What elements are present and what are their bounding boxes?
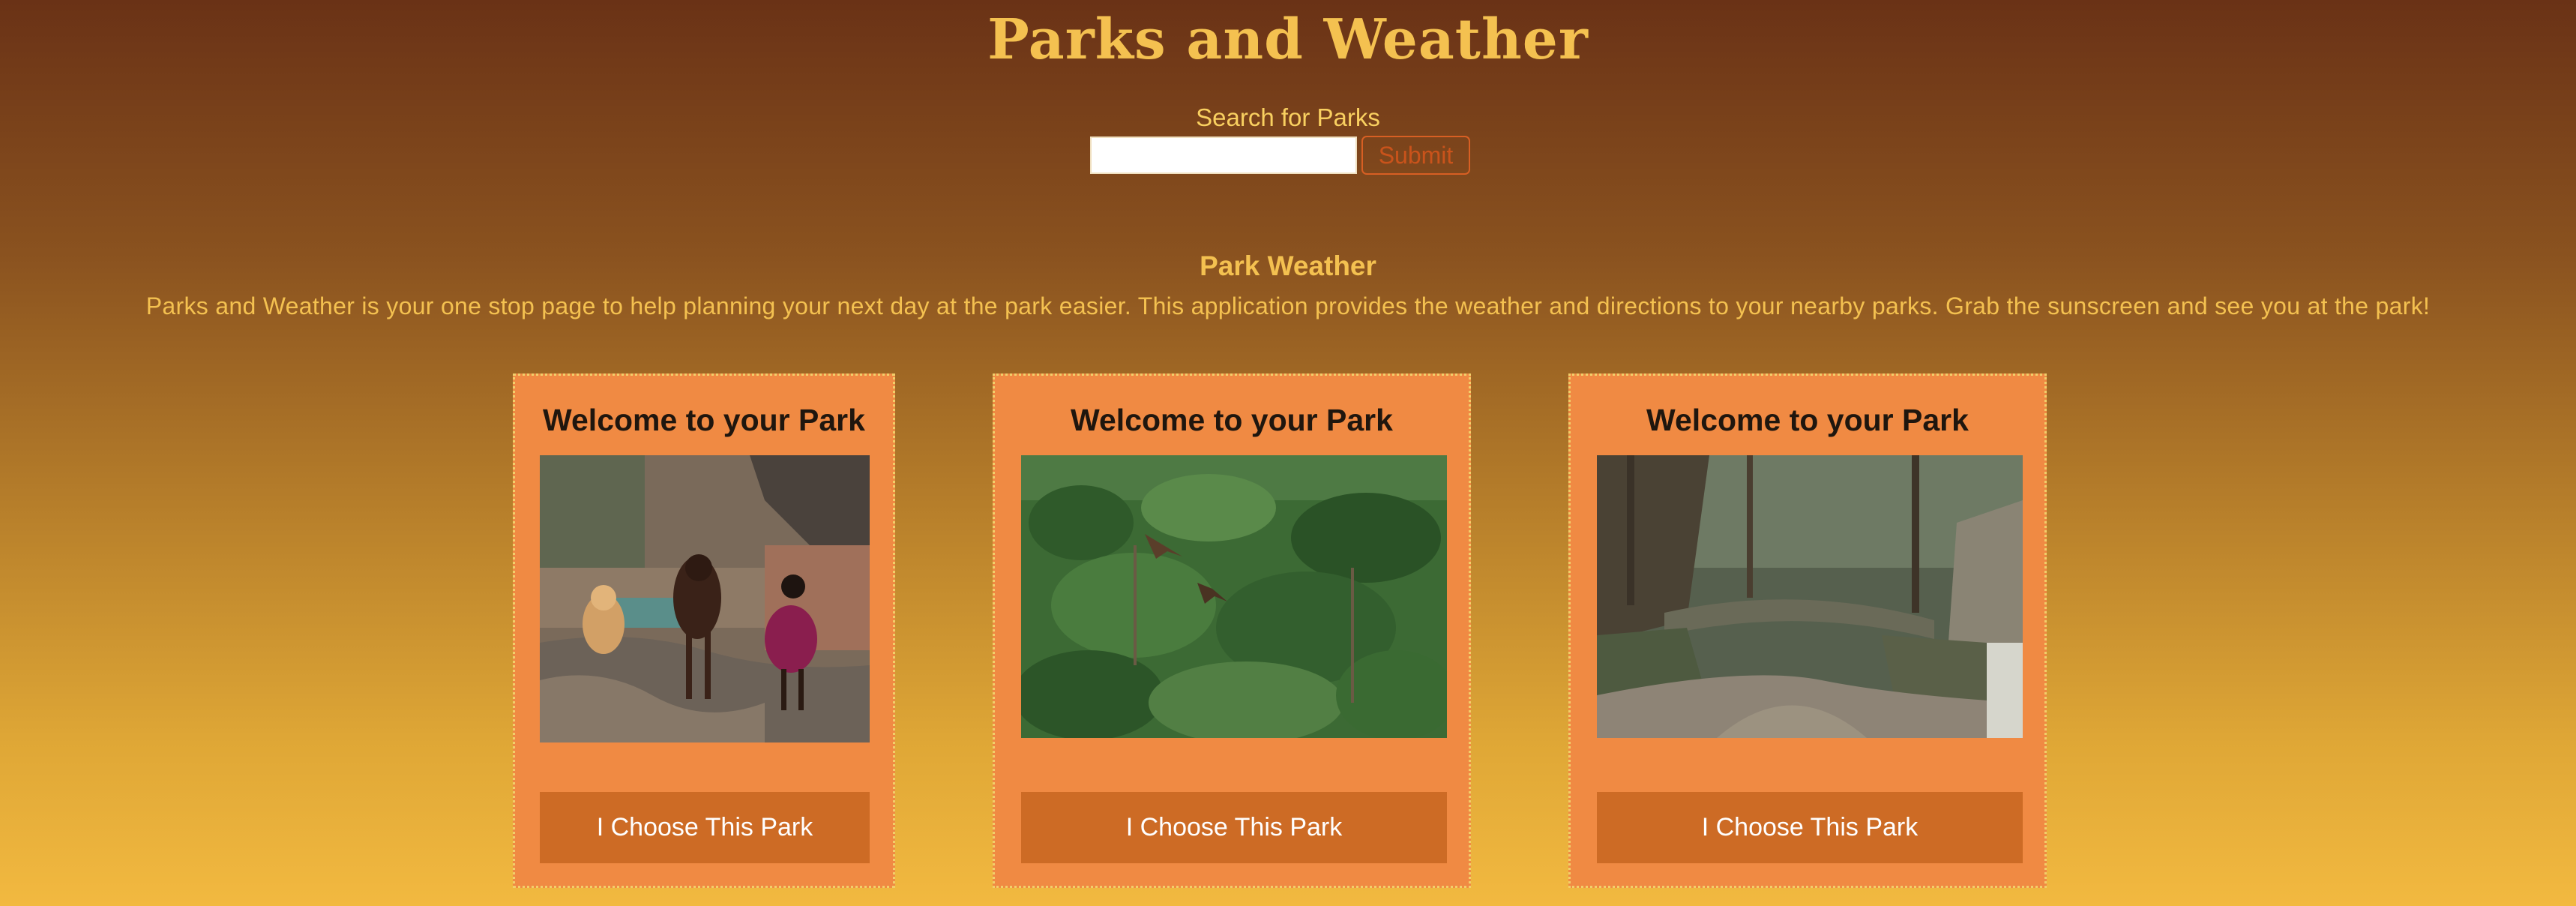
park-photo-bridge: [1597, 455, 2023, 738]
park-photo-dogs: [540, 455, 870, 742]
choose-park-button[interactable]: I Choose This Park: [1021, 792, 1447, 863]
submit-button[interactable]: Submit: [1361, 136, 1470, 175]
card-title: Welcome to your Park: [543, 403, 865, 437]
choose-park-button[interactable]: I Choose This Park: [540, 792, 870, 863]
about-text: Parks and Weather is your one stop page …: [145, 292, 2431, 320]
about-heading: Park Weather: [1200, 250, 1376, 281]
park-card: Welcome to your Park I Choose This Park: [1568, 374, 2047, 888]
card-title: Welcome to your Park: [1071, 403, 1393, 437]
park-card: Welcome to your Park I Choose This Park: [993, 374, 1471, 888]
park-photo-forest: [1021, 455, 1447, 738]
choose-park-button[interactable]: I Choose This Park: [1597, 792, 2023, 863]
search-label: Search for Parks: [1196, 104, 1380, 131]
card-title: Welcome to your Park: [1646, 403, 1969, 437]
page-title: Parks and Weather: [987, 8, 1589, 72]
park-card: Welcome to your Park I Choose This Park: [513, 374, 895, 888]
search-input[interactable]: [1090, 136, 1357, 174]
